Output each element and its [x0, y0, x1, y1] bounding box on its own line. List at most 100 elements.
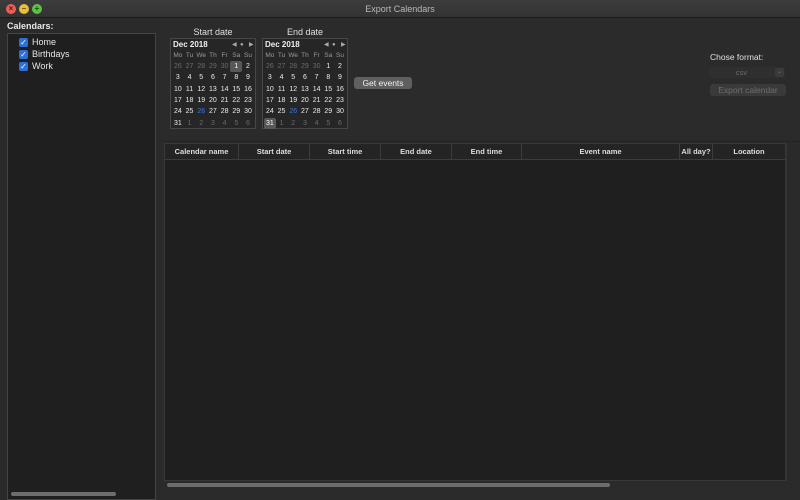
calendar-day[interactable]: 6 [242, 118, 254, 129]
calendar-day[interactable]: 27 [299, 106, 311, 117]
column-header-start-date[interactable]: Start date [239, 144, 310, 159]
calendar-checkbox-birthdays[interactable]: ✓ [19, 49, 28, 59]
column-header-end-date[interactable]: End date [381, 144, 452, 159]
calendars-list[interactable]: ✓ Home ✓ Birthdays ✓ Work [7, 33, 156, 500]
calendar-day[interactable]: 8 [322, 72, 334, 83]
calendar-day[interactable]: 8 [230, 72, 242, 83]
calendars-list-scrollbar[interactable] [11, 492, 116, 496]
calendar-day[interactable]: 9 [334, 72, 346, 83]
format-select[interactable]: csv ⌄ [710, 67, 785, 78]
calendar-day[interactable]: 26 [287, 106, 299, 117]
calendar-day[interactable]: 28 [287, 61, 299, 72]
calendar-day[interactable]: 27 [207, 106, 219, 117]
calendar-item-birthdays[interactable]: ✓ Birthdays [19, 48, 70, 60]
calendar-day[interactable]: 1 [184, 118, 196, 129]
calendar-day[interactable]: 16 [242, 84, 254, 95]
calendar-day[interactable]: 2 [195, 118, 207, 129]
calendar-day[interactable]: 11 [276, 84, 288, 95]
calendar-day[interactable]: 3 [264, 72, 276, 83]
calendar-day[interactable]: 6 [299, 72, 311, 83]
calendar-day[interactable]: 12 [287, 84, 299, 95]
calendar-day[interactable]: 3 [299, 118, 311, 129]
calendar-day[interactable]: 26 [172, 61, 184, 72]
calendar-day[interactable]: 28 [219, 106, 231, 117]
previous-month-icon[interactable]: ◀ [324, 40, 329, 50]
calendar-day[interactable]: 17 [264, 95, 276, 106]
calendar-day[interactable]: 4 [311, 118, 323, 129]
calendar-day[interactable]: 17 [172, 95, 184, 106]
calendar-day[interactable]: 30 [219, 61, 231, 72]
calendar-day[interactable]: 29 [207, 61, 219, 72]
calendar-checkbox-work[interactable]: ✓ [19, 61, 28, 71]
calendar-day[interactable]: 19 [287, 95, 299, 106]
calendar-day[interactable]: 7 [219, 72, 231, 83]
column-header-location[interactable]: Location [713, 144, 785, 159]
calendar-day[interactable]: 1 [230, 61, 243, 72]
calendar-checkbox-home[interactable]: ✓ [19, 37, 28, 47]
column-header-start-time[interactable]: Start time [310, 144, 381, 159]
calendar-day[interactable]: 30 [334, 106, 346, 117]
calendar-day[interactable]: 27 [184, 61, 196, 72]
calendar-day[interactable]: 7 [311, 72, 323, 83]
calendar-day[interactable]: 22 [322, 95, 334, 106]
calendar-day[interactable]: 25 [276, 106, 288, 117]
calendar-day[interactable]: 30 [311, 61, 323, 72]
calendar-day[interactable]: 27 [276, 61, 288, 72]
next-month-icon[interactable]: ▶ [341, 40, 346, 50]
calendar-day[interactable]: 25 [184, 106, 196, 117]
today-dot-icon[interactable]: ● [240, 40, 244, 50]
calendar-day[interactable]: 31 [172, 118, 184, 129]
calendar-day[interactable]: 12 [195, 84, 207, 95]
calendar-day[interactable]: 29 [322, 106, 334, 117]
calendar-day[interactable]: 31 [264, 117, 276, 129]
calendar-day[interactable]: 29 [230, 106, 242, 117]
calendar-day[interactable]: 10 [172, 84, 184, 95]
calendar-day[interactable]: 15 [322, 84, 334, 95]
calendar-day[interactable]: 2 [242, 61, 254, 72]
start-date-picker[interactable]: Dec 2018 ◀ ● ▶ Mo Tu We Th Fr Sa Su 26 27 28 29 30 1… [170, 38, 256, 129]
get-events-button[interactable]: Get events [354, 77, 412, 89]
next-month-icon[interactable]: ▶ [249, 40, 254, 50]
calendar-day[interactable]: 1 [322, 61, 334, 72]
calendar-day[interactable]: 23 [334, 95, 346, 106]
calendar-day[interactable]: 15 [230, 84, 242, 95]
today-dot-icon[interactable]: ● [332, 40, 336, 50]
calendar-day[interactable]: 23 [242, 95, 254, 106]
calendar-item-home[interactable]: ✓ Home [19, 36, 56, 48]
export-calendar-button[interactable]: Export calendar [710, 84, 786, 96]
calendar-day[interactable]: 14 [219, 84, 231, 95]
calendar-day[interactable]: 6 [334, 118, 346, 129]
calendar-day[interactable]: 2 [287, 118, 299, 129]
calendar-day[interactable]: 29 [299, 61, 311, 72]
calendar-day[interactable]: 16 [334, 84, 346, 95]
end-date-picker[interactable]: Dec 2018 ◀ ● ▶ Mo Tu We Th Fr Sa Su 26 27 28 29 30 1… [262, 38, 348, 129]
calendar-day[interactable]: 30 [242, 106, 254, 117]
calendar-day[interactable]: 24 [172, 106, 184, 117]
calendar-day[interactable]: 20 [207, 95, 219, 106]
calendar-day[interactable]: 3 [172, 72, 184, 83]
calendar-day[interactable]: 21 [311, 95, 323, 106]
calendar-day[interactable]: 19 [195, 95, 207, 106]
previous-month-icon[interactable]: ◀ [232, 40, 237, 50]
calendar-day[interactable]: 1 [276, 118, 288, 129]
calendar-item-work[interactable]: ✓ Work [19, 60, 53, 72]
calendar-day[interactable]: 2 [334, 61, 346, 72]
calendar-day[interactable]: 20 [299, 95, 311, 106]
calendar-day[interactable]: 4 [184, 72, 196, 83]
calendar-day[interactable]: 26 [264, 61, 276, 72]
column-header-end-time[interactable]: End time [452, 144, 522, 159]
calendar-day[interactable]: 5 [322, 118, 334, 129]
calendar-day[interactable]: 5 [195, 72, 207, 83]
column-header-event-name[interactable]: Event name [522, 144, 680, 159]
table-scroll-thumb[interactable] [167, 483, 610, 487]
calendar-day[interactable]: 5 [230, 118, 242, 129]
calendar-day[interactable]: 6 [207, 72, 219, 83]
calendar-day[interactable]: 13 [207, 84, 219, 95]
column-header-calendar-name[interactable]: Calendar name [165, 144, 239, 159]
calendar-day[interactable]: 9 [242, 72, 254, 83]
calendar-day[interactable]: 28 [311, 106, 323, 117]
calendar-day[interactable]: 4 [219, 118, 231, 129]
table-vertical-scrollbar[interactable] [786, 143, 798, 481]
calendar-day[interactable]: 14 [311, 84, 323, 95]
events-table[interactable]: Calendar name Start date Start time End … [164, 143, 786, 481]
